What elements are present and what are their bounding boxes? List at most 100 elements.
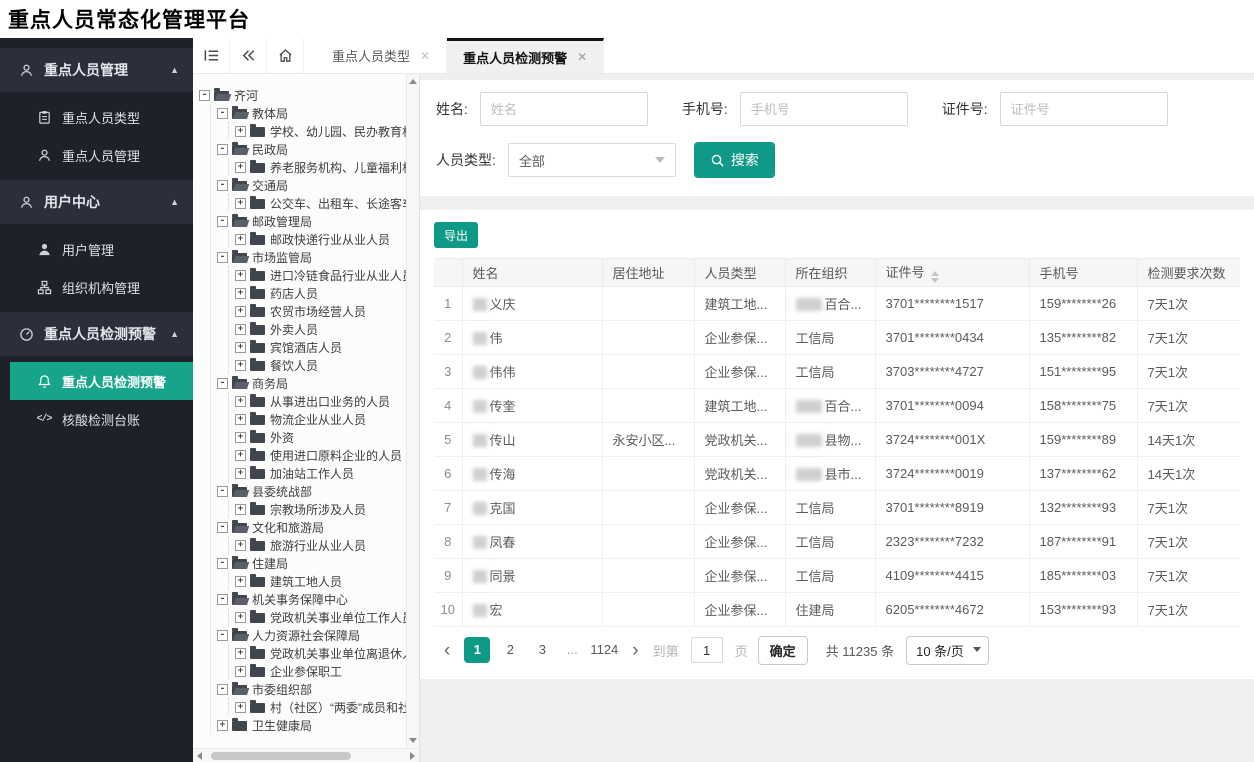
tree-node-label[interactable]: 外卖人员: [270, 321, 318, 338]
chevron-left-icon[interactable]: ‹: [444, 641, 450, 660]
tree-node-label[interactable]: 齐河: [234, 87, 258, 104]
tree-node-label[interactable]: 学校、幼儿园、民办教育机构: [270, 123, 406, 140]
expand-toggle-icon[interactable]: -: [217, 215, 228, 227]
expand-toggle-icon[interactable]: +: [235, 233, 246, 245]
expand-toggle-icon[interactable]: +: [235, 413, 246, 425]
tree-node-label[interactable]: 进口冷链食品行业从业人员: [270, 267, 406, 284]
tree-node-label[interactable]: 餐饮人员: [270, 357, 318, 374]
tree-node-label[interactable]: 宾馆酒店人员: [270, 339, 342, 356]
tree-node-label[interactable]: 交通局: [252, 177, 288, 194]
sidebar-item[interactable]: 重点人员管理: [0, 136, 193, 174]
scroll-down-icon[interactable]: [409, 738, 417, 743]
expand-toggle-icon[interactable]: +: [235, 611, 246, 623]
expand-toggle-icon[interactable]: +: [235, 647, 246, 659]
tree-node-label[interactable]: 商务局: [252, 375, 288, 392]
tree-node-label[interactable]: 人力资源社会保障局: [252, 627, 360, 644]
expand-toggle-icon[interactable]: -: [217, 557, 228, 569]
tree-node-label[interactable]: 公交车、出租车、长途客车: [270, 195, 406, 212]
tree-node-label[interactable]: 教体局: [252, 105, 288, 122]
tree-node-label[interactable]: 民政局: [252, 141, 288, 158]
expand-toggle-icon[interactable]: +: [235, 575, 246, 587]
expand-toggle-icon[interactable]: -: [217, 683, 228, 695]
tree-node-label[interactable]: 企业参保职工: [270, 663, 342, 680]
expand-toggle-icon[interactable]: +: [235, 503, 246, 515]
tree-node-label[interactable]: 使用进口原料企业的人员: [270, 447, 402, 464]
fold-menu-icon[interactable]: [193, 38, 230, 73]
tree-node-label[interactable]: 农贸市场经营人员: [270, 303, 366, 320]
expand-toggle-icon[interactable]: -: [217, 593, 228, 605]
sidebar-section[interactable]: 用户中心 ▲: [0, 180, 193, 224]
tree-node-label[interactable]: 机关事务保障中心: [252, 591, 348, 608]
expand-toggle-icon[interactable]: +: [235, 197, 246, 209]
expand-toggle-icon[interactable]: +: [235, 161, 246, 173]
page-size-select[interactable]: 10 条/页: [906, 635, 989, 665]
expand-toggle-icon[interactable]: -: [217, 179, 228, 191]
expand-toggle-icon[interactable]: -: [217, 143, 228, 155]
tree-node-label[interactable]: 建筑工地人员: [270, 573, 342, 590]
tree-node-label[interactable]: 外资: [270, 429, 294, 446]
expand-toggle-icon[interactable]: +: [235, 323, 246, 335]
sidebar-section[interactable]: 重点人员检测预警 ▲: [0, 312, 193, 356]
expand-toggle-icon[interactable]: -: [199, 89, 210, 101]
tree-node-label[interactable]: 宗教场所涉及人员: [270, 501, 366, 518]
person-type-select[interactable]: 全部: [507, 143, 676, 177]
expand-toggle-icon[interactable]: +: [235, 449, 246, 461]
expand-toggle-icon[interactable]: -: [217, 485, 228, 497]
sidebar-item[interactable]: </> 核酸检测台账: [0, 400, 193, 438]
expand-toggle-icon[interactable]: +: [217, 719, 228, 731]
page-jump-input[interactable]: [690, 637, 723, 663]
tree-node-label[interactable]: 邮政管理局: [252, 213, 312, 230]
scroll-up-icon[interactable]: [409, 79, 417, 84]
tree-node-label[interactable]: 党政机关事业单位离退休人员: [270, 645, 406, 662]
tree-node-label[interactable]: 市场监管局: [252, 249, 312, 266]
expand-toggle-icon[interactable]: +: [235, 701, 246, 713]
tab[interactable]: 重点人员检测预警 ✕: [447, 38, 605, 73]
tree-node-label[interactable]: 住建局: [252, 555, 288, 572]
tree-node-label[interactable]: 旅游行业从业人员: [270, 537, 366, 554]
expand-toggle-icon[interactable]: +: [235, 125, 246, 137]
expand-toggle-icon[interactable]: +: [235, 539, 246, 551]
expand-toggle-icon[interactable]: +: [235, 395, 246, 407]
sidebar-item[interactable]: 重点人员检测预警: [10, 362, 193, 400]
expand-toggle-icon[interactable]: +: [235, 287, 246, 299]
tree-node-label[interactable]: 市委组织部: [252, 681, 312, 698]
expand-toggle-icon[interactable]: +: [235, 269, 246, 281]
expand-toggle-icon[interactable]: +: [235, 431, 246, 443]
expand-toggle-icon[interactable]: -: [217, 107, 228, 119]
sort-icon[interactable]: [930, 271, 939, 283]
tree-node-label[interactable]: 养老服务机构、儿童福利机构: [270, 159, 406, 176]
expand-toggle-icon[interactable]: -: [217, 521, 228, 533]
scroll-right-icon[interactable]: [410, 752, 415, 760]
expand-toggle-icon[interactable]: +: [235, 341, 246, 353]
chevron-right-icon[interactable]: ›: [632, 641, 638, 660]
scroll-left-icon[interactable]: [197, 752, 202, 760]
tree-node-label[interactable]: 从事进出口业务的人员: [270, 393, 390, 410]
page-button[interactable]: 1124: [590, 637, 618, 663]
text-input[interactable]: [739, 92, 908, 126]
page-button[interactable]: 2: [498, 637, 522, 663]
expand-toggle-icon[interactable]: +: [235, 467, 246, 479]
scrollbar-thumb[interactable]: [211, 752, 351, 760]
tree-horizontal-scrollbar[interactable]: [193, 748, 419, 762]
sidebar-item[interactable]: 用户管理: [0, 230, 193, 268]
tab[interactable]: 重点人员类型 ✕: [316, 38, 448, 73]
tree-vertical-scrollbar[interactable]: [406, 74, 419, 748]
close-icon[interactable]: ✕: [577, 50, 587, 64]
expand-toggle-icon[interactable]: -: [217, 377, 228, 389]
page-button[interactable]: 1: [464, 637, 491, 663]
tree-node-label[interactable]: 药店人员: [270, 285, 318, 302]
tree-node-label[interactable]: 村（社区）“两委”成员和社区: [270, 699, 406, 716]
collapse-left-icon[interactable]: [230, 38, 267, 73]
expand-toggle-icon[interactable]: +: [235, 359, 246, 371]
home-icon[interactable]: [267, 38, 304, 73]
tree-node-label[interactable]: 党政机关事业单位工作人员: [270, 609, 406, 626]
tree-node-label[interactable]: 卫生健康局: [252, 717, 312, 734]
expand-toggle-icon[interactable]: +: [235, 665, 246, 677]
expand-toggle-icon[interactable]: -: [217, 251, 228, 263]
tree-node-label[interactable]: 加油站工作人员: [270, 465, 354, 482]
tree-node-label[interactable]: 邮政快递行业从业人员: [270, 231, 390, 248]
sidebar-item[interactable]: 组织机构管理: [0, 268, 193, 306]
tree-node-label[interactable]: 物流企业从业人员: [270, 411, 366, 428]
sidebar-section[interactable]: 重点人员管理 ▲: [0, 48, 193, 92]
tree-node-label[interactable]: 文化和旅游局: [252, 519, 324, 536]
